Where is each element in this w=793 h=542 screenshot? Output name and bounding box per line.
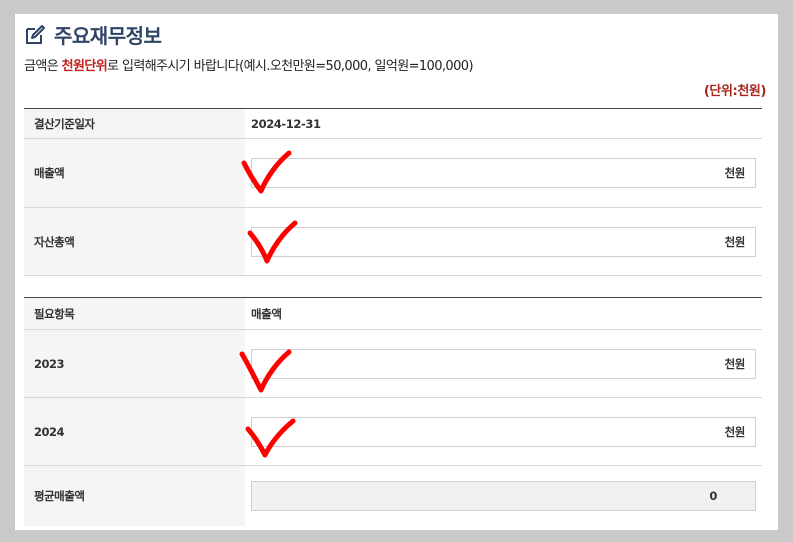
notice-emphasis: 천원단위 bbox=[61, 59, 108, 74]
average-revenue-value: 0 bbox=[709, 489, 717, 503]
revenue-label: 매출액 bbox=[24, 139, 245, 207]
revenue-input[interactable]: 천원 bbox=[251, 158, 756, 188]
table-row: 2023 천원 bbox=[24, 330, 762, 398]
financial-info-panel: 주요재무정보 금액은 천원단위로 입력해주시기 바랍니다(예시.오천만원=50,… bbox=[15, 14, 778, 530]
revenue-unit: 천원 bbox=[724, 166, 746, 180]
input-notice: 금액은 천원단위로 입력해주시기 바랍니다(예시.오천만원=50,000, 일억… bbox=[24, 55, 474, 74]
revenue-2024-input[interactable]: 천원 bbox=[251, 416, 756, 447]
total-assets-cell: 천원 bbox=[245, 208, 762, 275]
edit-icon bbox=[24, 24, 46, 46]
required-item-value: 매출액 bbox=[251, 306, 282, 321]
table-row: 평균매출액 0 bbox=[24, 466, 762, 526]
required-items-table: 필요항목 매출액 2023 천원 2024 천원 평균매출액 0 bbox=[24, 297, 762, 526]
revenue-2023-input[interactable]: 천원 bbox=[251, 348, 756, 379]
revenue-cell: 천원 bbox=[245, 139, 762, 207]
table-row: 필요항목 매출액 bbox=[24, 298, 762, 330]
total-assets-label: 자산총액 bbox=[24, 208, 245, 275]
notice-prefix: 금액은 bbox=[24, 59, 62, 74]
settlement-date-value: 2024-12-31 bbox=[251, 116, 321, 131]
basic-finance-table: 결산기준일자 2024-12-31 매출액 천원 자산총액 천원 bbox=[24, 108, 762, 276]
average-revenue-field: 0 bbox=[251, 481, 756, 511]
revenue-2024-unit: 천원 bbox=[724, 424, 746, 439]
year-2024-label: 2024 bbox=[24, 398, 245, 465]
table-row: 2024 천원 bbox=[24, 398, 762, 466]
required-item-label: 필요항목 bbox=[24, 298, 245, 329]
table-row: 매출액 천원 bbox=[24, 139, 762, 208]
revenue-2023-unit: 천원 bbox=[724, 356, 746, 371]
year-2023-label: 2023 bbox=[24, 330, 245, 397]
year-2023-cell: 천원 bbox=[245, 330, 762, 397]
year-2024-cell: 천원 bbox=[245, 398, 762, 465]
settlement-date-label: 결산기준일자 bbox=[24, 109, 245, 138]
section-header: 주요재무정보 bbox=[24, 20, 162, 49]
total-assets-input[interactable]: 천원 bbox=[251, 226, 756, 257]
average-revenue-label: 평균매출액 bbox=[24, 466, 245, 526]
average-revenue-cell: 0 bbox=[245, 466, 762, 526]
notice-suffix: 로 입력해주시기 바랍니다(예시.오천만원=50,000, 일억원=100,00… bbox=[107, 59, 473, 74]
unit-note: (단위:천원) bbox=[703, 84, 767, 99]
total-assets-unit: 천원 bbox=[724, 234, 746, 249]
table-row: 결산기준일자 2024-12-31 bbox=[24, 109, 762, 139]
table-row: 자산총액 천원 bbox=[24, 208, 762, 276]
page-title: 주요재무정보 bbox=[54, 24, 162, 48]
